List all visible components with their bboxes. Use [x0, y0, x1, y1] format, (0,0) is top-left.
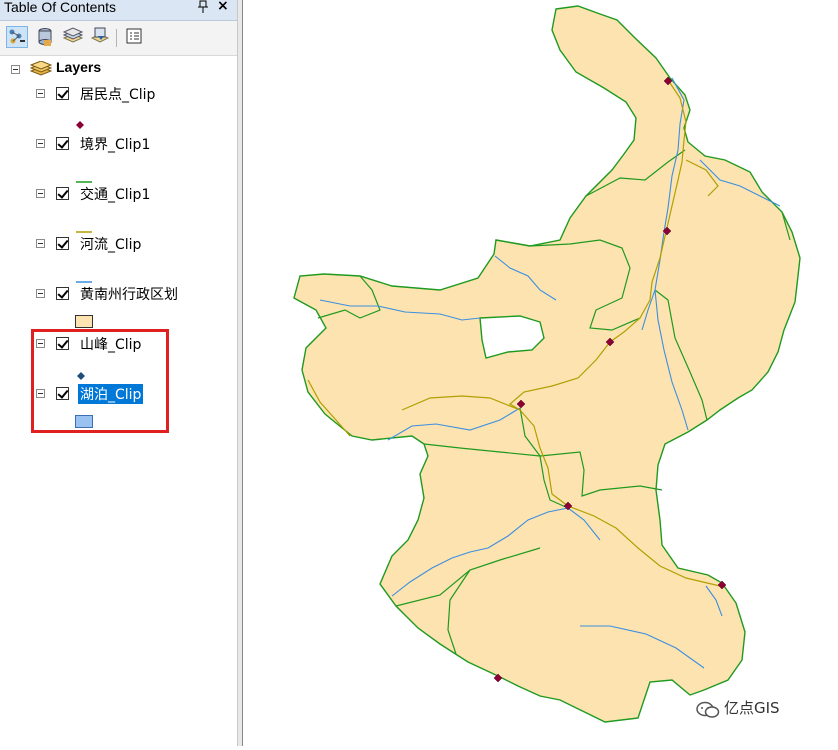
layer-expander[interactable] — [36, 239, 45, 248]
layer-expander[interactable] — [36, 189, 45, 198]
list-by-source-icon[interactable] — [35, 26, 57, 48]
layer-expander[interactable] — [36, 289, 45, 298]
layer-visibility-checkbox[interactable] — [56, 287, 69, 300]
wechat-logo-icon — [696, 700, 720, 724]
point-symbol-icon — [76, 114, 84, 133]
list-by-visibility-icon[interactable] — [62, 26, 84, 48]
layer-expander[interactable] — [36, 139, 45, 148]
layer-name-admin-division[interactable]: 黄南州行政区划 — [80, 284, 178, 304]
layer-visibility-checkbox[interactable] — [56, 237, 69, 250]
annotation-highlight-box — [31, 329, 169, 433]
options-icon[interactable] — [124, 26, 146, 48]
layer-visibility-checkbox[interactable] — [56, 87, 69, 100]
toc-title: Table Of Contents — [4, 0, 117, 15]
toolbar-separator — [116, 29, 117, 47]
layer-expander[interactable] — [36, 89, 45, 98]
admin-region-polygon — [293, 5, 801, 723]
layer-name-rivers[interactable]: 河流_Clip — [80, 234, 141, 254]
collapse-layers-toggle[interactable] — [11, 65, 20, 74]
map-view[interactable] — [243, 0, 838, 746]
layer-name-transport[interactable]: 交通_Clip1 — [80, 184, 150, 204]
toc-title-bar: Table Of Contents × — [0, 0, 237, 21]
list-by-drawing-order-icon[interactable] — [6, 26, 28, 48]
list-by-selection-icon[interactable] — [89, 26, 111, 48]
map-canvas — [293, 5, 801, 723]
layers-group-label[interactable]: Layers — [56, 59, 101, 75]
table-of-contents-panel: Table Of Contents × Layers 居民点_Clip 境界_C… — [0, 0, 237, 746]
watermark-text: 亿点GIS — [724, 699, 780, 717]
pushpin-icon[interactable] — [197, 0, 209, 17]
layer-name-boundary[interactable]: 境界_Clip1 — [80, 134, 150, 154]
layer-name-settlements[interactable]: 居民点_Clip — [80, 84, 155, 104]
layer-visibility-checkbox[interactable] — [56, 187, 69, 200]
toc-toolbar — [0, 21, 237, 56]
layer-visibility-checkbox[interactable] — [56, 137, 69, 150]
close-icon[interactable]: × — [217, 0, 229, 14]
layers-group-icon — [29, 60, 53, 81]
